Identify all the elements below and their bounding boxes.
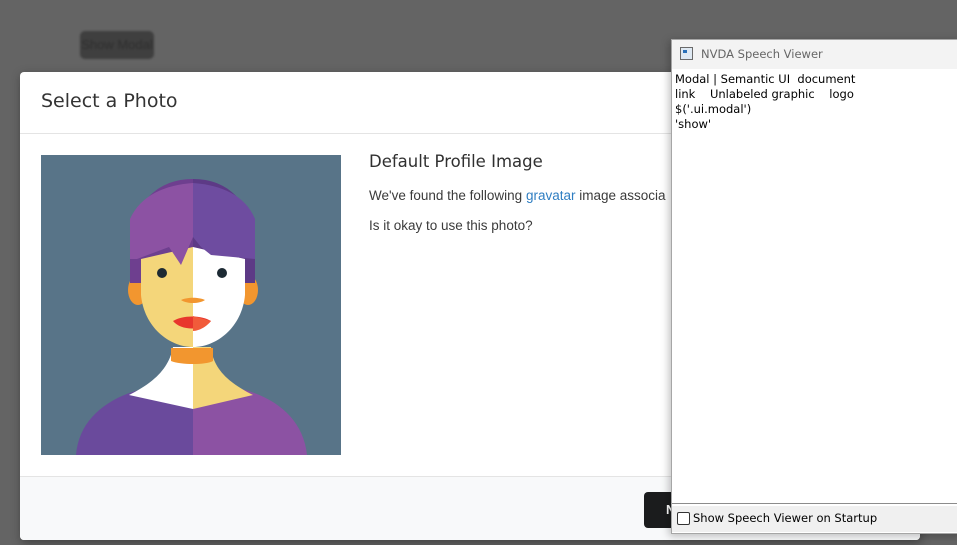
speech-log[interactable]: Modal | Semantic UI document link Unlabel…: [672, 70, 957, 504]
show-on-startup-label[interactable]: Show Speech Viewer on Startup: [693, 511, 877, 525]
collar: [171, 348, 213, 364]
gravatar-link[interactable]: gravatar: [526, 188, 576, 203]
eye-left: [157, 268, 167, 278]
modal-title: Select a Photo: [41, 90, 178, 112]
speech-log-line: Modal | Semantic UI document: [675, 72, 856, 86]
speech-log-line: $('.ui.modal'): [675, 102, 752, 116]
speech-viewer-footer: Show Speech Viewer on Startup: [672, 506, 957, 532]
window-title: NVDA Speech Viewer: [701, 47, 823, 61]
nvda-speech-viewer-window: NVDA Speech Viewer Modal | Semantic UI d…: [671, 39, 957, 534]
background-show-modal-button: Show Modal: [80, 31, 154, 59]
speech-log-line: link Unlabeled graphic logo: [675, 87, 854, 101]
show-on-startup-checkbox[interactable]: [677, 512, 690, 525]
gravatar-text-prefix: We've found the following: [369, 188, 526, 203]
speech-log-line: 'show': [675, 117, 712, 131]
eye-right: [217, 268, 227, 278]
gravatar-text-suffix: image associa: [575, 188, 666, 203]
window-titlebar[interactable]: NVDA Speech Viewer: [672, 40, 957, 69]
avatar-image: [41, 155, 341, 455]
app-window-icon: [680, 47, 693, 60]
